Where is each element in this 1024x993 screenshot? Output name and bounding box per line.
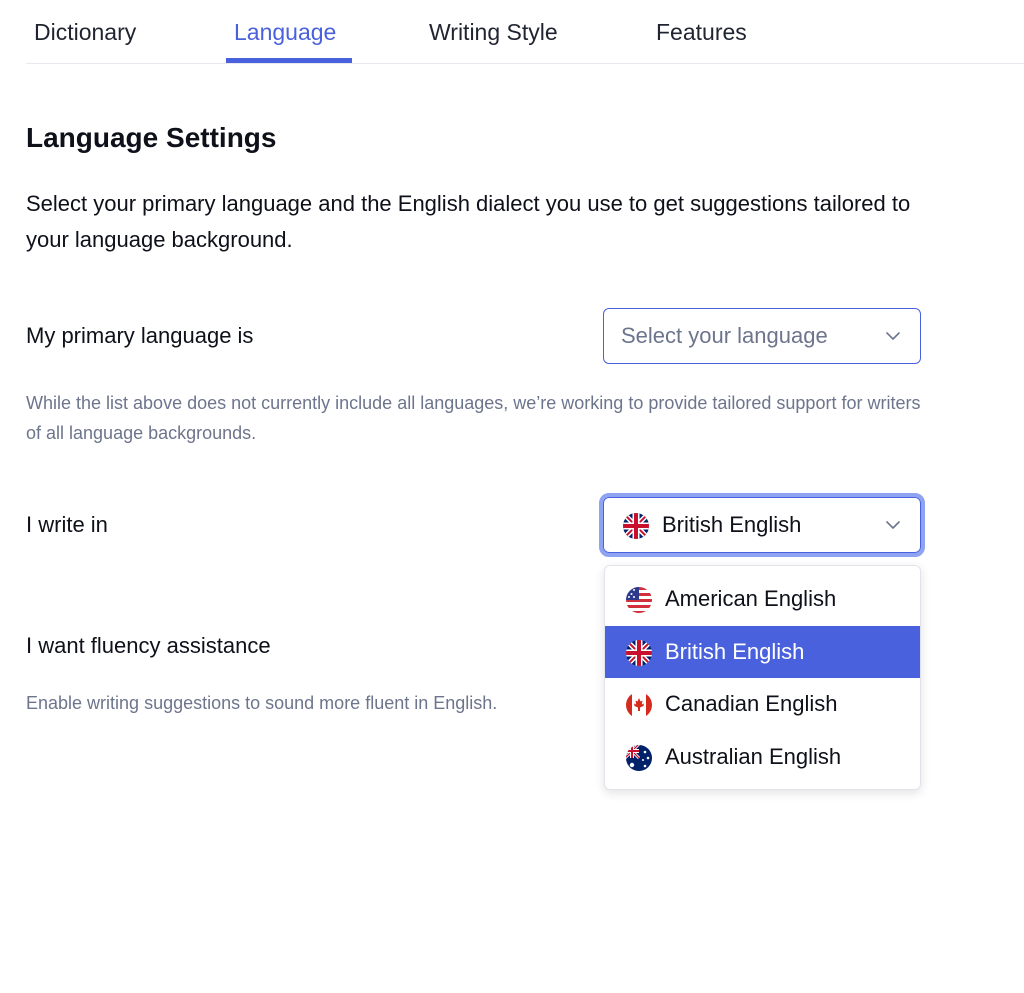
tab-language[interactable]: Language xyxy=(234,0,336,64)
dialect-dropdown-menu: American English British English Canadia… xyxy=(604,565,921,790)
canada-flag-icon xyxy=(625,691,653,719)
primary-language-select[interactable]: Select your language xyxy=(603,308,921,364)
active-tab-indicator xyxy=(226,58,352,63)
uk-flag-icon xyxy=(625,639,653,667)
chevron-down-icon xyxy=(884,516,902,534)
dialect-option-label: Canadian English xyxy=(665,691,838,716)
page-title: Language Settings xyxy=(26,122,277,153)
dialect-option-british[interactable]: British English xyxy=(605,625,920,678)
tab-dictionary[interactable]: Dictionary xyxy=(34,0,136,64)
fluency-label: I want fluency assistance xyxy=(26,633,271,658)
dialect-option-canadian[interactable]: Canadian English xyxy=(605,678,920,731)
dialect-label: I write in xyxy=(26,512,108,537)
dialect-option-american[interactable]: American English xyxy=(605,573,920,626)
settings-tabs: Dictionary Language Writing Style Featur… xyxy=(26,0,1024,64)
us-flag-icon xyxy=(625,586,653,614)
primary-language-placeholder: Select your language xyxy=(621,323,828,348)
fluency-hint: Enable writing suggestions to sound more… xyxy=(26,693,498,713)
intro-text: Select your primary language and the Eng… xyxy=(26,191,911,252)
dialect-selected-value: British English xyxy=(662,512,802,537)
australia-flag-icon xyxy=(625,744,653,772)
chevron-down-icon xyxy=(884,327,902,345)
tab-features[interactable]: Features xyxy=(656,0,747,64)
primary-language-label: My primary language is xyxy=(26,323,254,348)
dialect-select[interactable]: British English xyxy=(599,493,925,557)
tab-writing-style[interactable]: Writing Style xyxy=(429,0,558,64)
dialect-option-label: British English xyxy=(665,638,805,664)
dialect-option-label: Australian English xyxy=(665,743,842,769)
dialect-option-label: American English xyxy=(665,586,837,611)
uk-flag-icon xyxy=(622,512,650,540)
primary-language-hint: While the list above does not currently … xyxy=(26,393,921,443)
dialect-option-australian[interactable]: Australian English xyxy=(605,731,920,784)
